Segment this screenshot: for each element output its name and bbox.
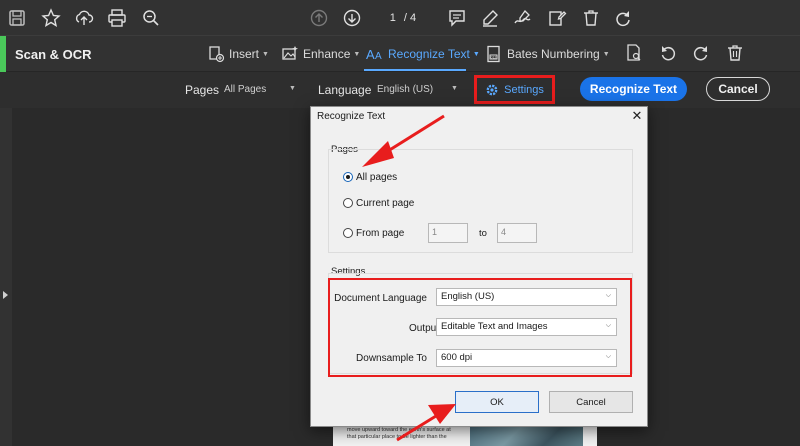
gear-icon bbox=[486, 84, 498, 95]
insert-menu[interactable]: Insert ▼ bbox=[207, 44, 269, 64]
to-label: to bbox=[479, 228, 487, 239]
save-icon[interactable] bbox=[6, 7, 28, 29]
page-indicator: 1 / 4 bbox=[372, 8, 424, 28]
document-page: move upward toward the earth's surface a… bbox=[333, 424, 597, 446]
recognize-text-menu[interactable]: AA Recognize Text ▼ bbox=[366, 44, 480, 64]
ok-button[interactable]: OK bbox=[455, 391, 539, 413]
enhance-label: Enhance bbox=[303, 47, 351, 61]
recognize-text-button[interactable]: Recognize Text bbox=[580, 77, 687, 101]
chevron-down-icon: ▼ bbox=[602, 50, 610, 58]
recognize-text-icon: AA bbox=[366, 47, 382, 62]
bates-numbering-menu[interactable]: 012 Bates Numbering ▼ bbox=[485, 44, 610, 64]
page-text-line: that particular place to be lighter than… bbox=[347, 434, 447, 440]
language-label: Language bbox=[318, 83, 372, 97]
tool-accent-bar bbox=[0, 36, 6, 72]
radio-icon[interactable] bbox=[343, 228, 353, 238]
radio-current-page-label: Current page bbox=[356, 197, 415, 209]
arrow-up-circle-icon[interactable] bbox=[308, 7, 330, 29]
insert-page-icon bbox=[209, 46, 225, 63]
radio-checked-icon[interactable] bbox=[343, 172, 353, 182]
scan-ocr-toolbar: Scan & OCR Insert ▼ Enhance ▼ AA Recognize… bbox=[0, 36, 800, 72]
enhance-image-icon bbox=[282, 46, 298, 60]
zoom-icon[interactable] bbox=[140, 7, 162, 29]
page-body-text: move upward toward the earth's surface a… bbox=[347, 427, 462, 441]
comment-icon[interactable] bbox=[446, 7, 468, 29]
recognize-text-label: Recognize Text bbox=[388, 47, 470, 61]
radio-icon[interactable] bbox=[343, 198, 353, 208]
bates-numbering-label: Bates Numbering bbox=[507, 47, 600, 61]
settings-highlight-box bbox=[328, 278, 632, 377]
from-page-input[interactable]: 1 bbox=[428, 223, 468, 243]
enhance-menu[interactable]: Enhance ▼ bbox=[281, 44, 360, 64]
pages-dropdown[interactable]: All Pages bbox=[224, 84, 266, 95]
cloud-upload-icon[interactable] bbox=[73, 7, 95, 29]
page-search-icon[interactable] bbox=[623, 42, 645, 64]
dialog-cancel-button[interactable]: Cancel bbox=[549, 391, 633, 413]
star-icon[interactable] bbox=[40, 7, 62, 29]
edit-icon[interactable] bbox=[546, 7, 568, 29]
page-current-input[interactable]: 1 bbox=[380, 12, 396, 24]
active-tab-indicator bbox=[364, 69, 466, 71]
top-toolbar: 1 / 4 bbox=[0, 0, 800, 36]
sign-icon[interactable] bbox=[512, 7, 534, 29]
tool-title: Scan & OCR bbox=[15, 47, 92, 62]
insert-label: Insert bbox=[229, 47, 260, 61]
bates-number-icon: 012 bbox=[487, 45, 500, 63]
chevron-down-icon[interactable]: ▼ bbox=[451, 85, 458, 92]
radio-from-page-label: From page bbox=[356, 227, 405, 239]
radio-from-page[interactable]: From page bbox=[343, 226, 404, 240]
radio-current-page[interactable]: Current page bbox=[343, 196, 414, 210]
highlight-icon[interactable] bbox=[479, 7, 501, 29]
svg-text:012: 012 bbox=[491, 55, 497, 59]
cancel-button[interactable]: Cancel bbox=[706, 77, 770, 101]
radio-all-pages-label: All pages bbox=[356, 171, 398, 183]
settings-button[interactable]: Settings bbox=[474, 75, 555, 104]
page-text-line: move upward toward the earth's surface a… bbox=[347, 427, 451, 433]
delete-page-icon[interactable] bbox=[724, 42, 746, 64]
close-icon[interactable]: ✕ bbox=[630, 109, 644, 123]
rotate-right-icon[interactable] bbox=[690, 42, 712, 64]
chevron-down-icon[interactable]: ▼ bbox=[289, 85, 296, 92]
chevron-down-icon: ▼ bbox=[353, 50, 361, 58]
svg-text:A: A bbox=[366, 47, 375, 62]
arrow-down-circle-icon[interactable] bbox=[341, 7, 363, 29]
recognize-text-dialog: Recognize Text ✕ Pages All pages Current… bbox=[310, 106, 648, 427]
svg-text:A: A bbox=[375, 51, 382, 62]
chevron-down-icon: ▼ bbox=[472, 50, 480, 58]
pages-label: Pages bbox=[185, 83, 220, 97]
trash-icon[interactable] bbox=[580, 7, 602, 29]
language-dropdown[interactable]: English (US) bbox=[377, 84, 433, 95]
redo-icon[interactable] bbox=[612, 7, 634, 29]
chevron-down-icon: ▼ bbox=[262, 50, 269, 58]
page-total: / 4 bbox=[403, 12, 417, 24]
dialog-title: Recognize Text bbox=[317, 111, 386, 122]
settings-label: Settings bbox=[504, 83, 544, 96]
rotate-left-icon[interactable] bbox=[657, 42, 679, 64]
radio-all-pages[interactable]: All pages bbox=[343, 170, 397, 184]
expand-panel-icon[interactable] bbox=[3, 291, 8, 299]
print-icon[interactable] bbox=[106, 7, 128, 29]
to-page-input[interactable]: 4 bbox=[497, 223, 537, 243]
page-photo bbox=[470, 424, 583, 446]
side-panel-toggle-strip[interactable] bbox=[0, 108, 12, 446]
